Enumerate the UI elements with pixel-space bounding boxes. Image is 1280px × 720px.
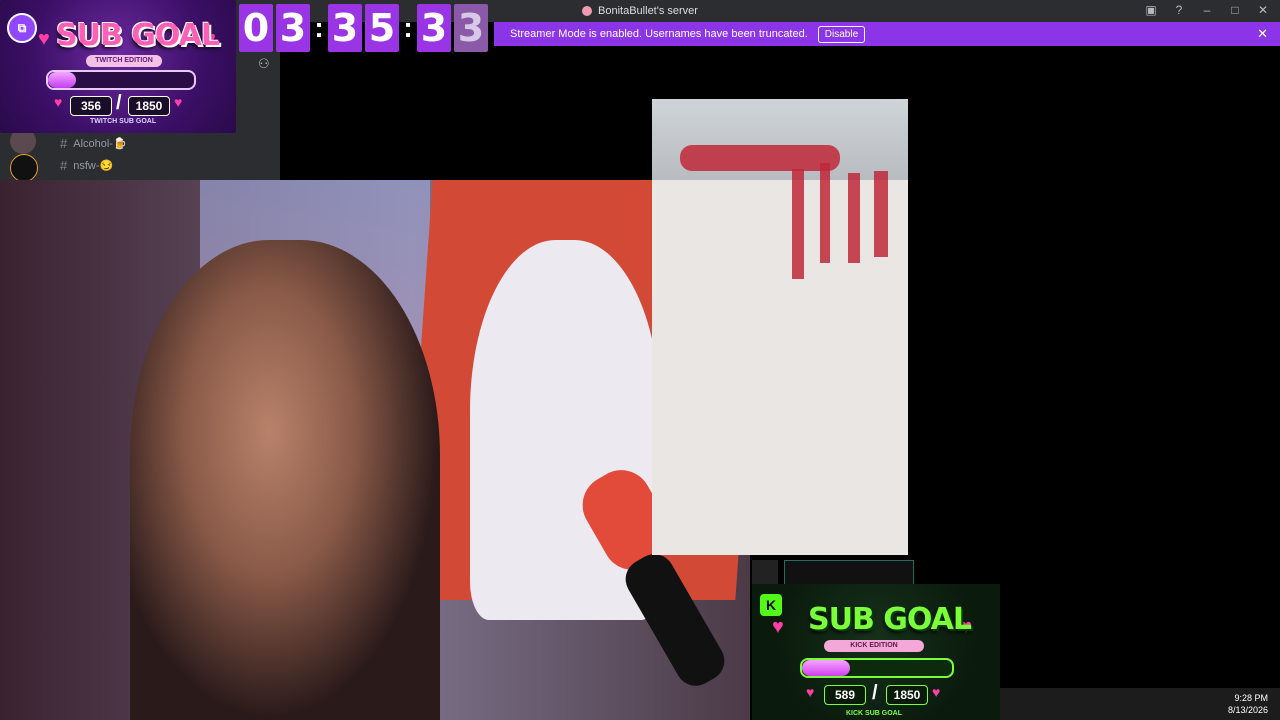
taskbar-clock[interactable]: 9:28 PM 8/13/2026	[1228, 692, 1268, 716]
avatar[interactable]	[10, 154, 38, 182]
channel-name: Alcohol-🍺	[73, 138, 127, 150]
goal-slash: /	[116, 92, 122, 114]
server-title: BonitaBullet's server	[582, 5, 698, 17]
heart-icon: ♥	[38, 28, 50, 50]
channel-item[interactable]: # nsfw-😏	[60, 158, 113, 173]
goal-progress-bar	[800, 658, 954, 678]
maximize-icon[interactable]: □	[1228, 3, 1242, 17]
goal-progress-bar	[46, 70, 196, 90]
reference-image	[652, 99, 908, 555]
goal-edition: KICK EDITION	[824, 640, 924, 652]
banner-message: Streamer Mode is enabled. Usernames have…	[510, 28, 808, 40]
kick-sub-goal: K ♥ ♥ SUB GOAL KICK EDITION ♥ 589 / 1850…	[752, 584, 1000, 720]
goal-progress-fill	[802, 660, 850, 676]
goal-title: SUB GOAL	[808, 602, 972, 637]
goal-footer: TWITCH SUB GOAL	[90, 118, 157, 125]
goal-slash: /	[872, 682, 878, 704]
goal-current: 356	[70, 96, 112, 116]
heart-icon: ♥	[932, 684, 941, 700]
help-icon[interactable]: ?	[1172, 3, 1186, 17]
paint-stroke	[848, 173, 860, 263]
server-icon	[582, 6, 593, 16]
disable-button[interactable]: Disable	[817, 25, 866, 43]
hash-icon: #	[60, 158, 68, 173]
paint-stroke	[792, 169, 804, 279]
paint-stroke	[680, 145, 840, 171]
countdown-digit: 0	[239, 4, 273, 52]
stream-countdown: 0 3 : 3 5 : 3 3	[239, 4, 488, 52]
paint-stroke	[874, 171, 888, 257]
twitch-logo-icon: ⧉	[7, 13, 37, 43]
goal-edition: TWITCH EDITION	[86, 55, 162, 67]
countdown-digit: 3	[417, 4, 451, 52]
heart-icon: ♥	[806, 684, 815, 700]
countdown-digit: 3	[328, 4, 362, 52]
channel-name: nsfw-😏	[73, 160, 114, 172]
inbox-icon[interactable]: ▣	[1144, 3, 1158, 17]
goal-current: 589	[824, 685, 866, 705]
close-icon[interactable]: ✕	[1256, 3, 1270, 17]
hash-icon: #	[60, 136, 68, 151]
streamer	[130, 240, 440, 720]
server-name: BonitaBullet's server	[598, 5, 698, 17]
heart-icon: ♥	[174, 94, 183, 110]
goal-title: SUB GOAL	[56, 18, 220, 53]
heart-icon: ♥	[54, 94, 63, 110]
clock-time: 9:28 PM	[1234, 693, 1268, 703]
goal-footer: KICK SUB GOAL	[846, 710, 902, 717]
overlay-box	[752, 560, 778, 586]
goal-progress-fill	[48, 72, 76, 88]
countdown-separator: :	[403, 12, 413, 43]
twitch-sub-goal: ⧉ ♥ ♥ SUB GOAL TWITCH EDITION ♥ 356 / 18…	[0, 0, 236, 133]
countdown-digit: 5	[365, 4, 399, 52]
heart-icon: ♥	[772, 616, 784, 638]
streamer-mode-banner: Streamer Mode is enabled. Usernames have…	[494, 22, 1280, 46]
countdown-digit: 3	[276, 4, 310, 52]
goal-target: 1850	[886, 685, 928, 705]
paint-stroke	[820, 163, 830, 263]
channel-item[interactable]: # Alcohol-🍺	[60, 136, 127, 151]
window-controls: ▣ ? – □ ✕	[1144, 3, 1270, 17]
minimize-icon[interactable]: –	[1200, 3, 1214, 17]
goal-target: 1850	[128, 96, 170, 116]
clock-date: 8/13/2026	[1227, 705, 1268, 715]
webcam-feed	[0, 180, 750, 720]
countdown-separator: :	[314, 12, 324, 43]
banner-close-icon[interactable]: ✕	[1257, 26, 1268, 42]
kick-logo-icon: K	[760, 594, 782, 616]
countdown-digit: 3	[454, 4, 488, 52]
add-friend-icon[interactable]: ⚇	[258, 56, 270, 72]
